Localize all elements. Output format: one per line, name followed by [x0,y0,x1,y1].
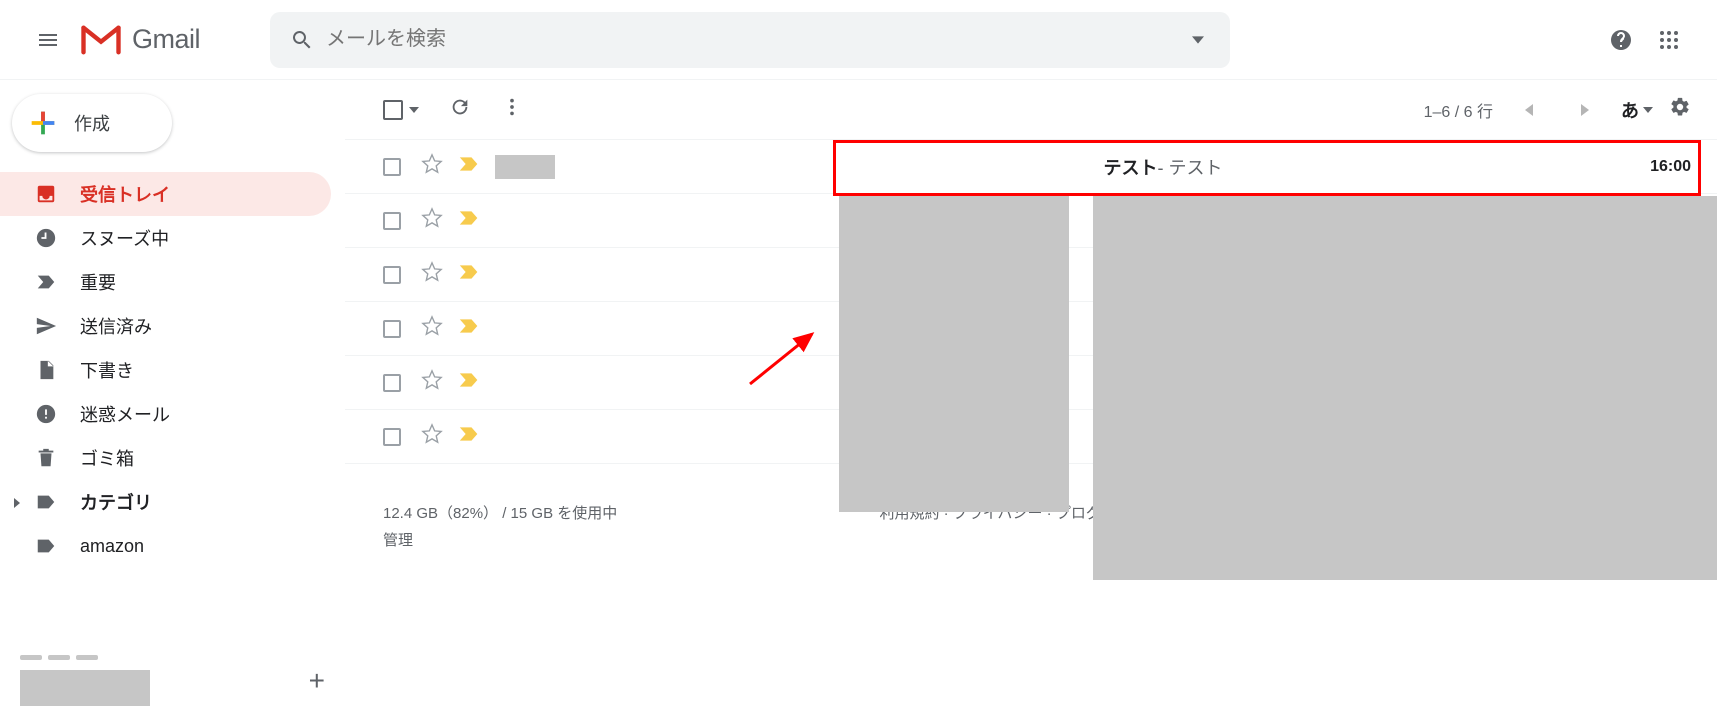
compose-button[interactable]: 作成 [12,94,172,152]
row-checkbox[interactable] [383,266,401,284]
mail-sender [495,155,725,179]
row-checkbox[interactable] [383,158,401,176]
input-method-toggle[interactable]: あ [1621,97,1653,123]
main-menu-button[interactable] [24,16,72,64]
refresh-button[interactable] [449,96,471,123]
label-icon [34,490,58,514]
row-checkbox[interactable] [383,320,401,338]
star-icon[interactable] [421,369,443,396]
next-page-button[interactable] [1565,90,1605,130]
product-name-label: Gmail [132,24,200,55]
settings-button[interactable] [1669,96,1691,123]
row-checkbox[interactable] [383,428,401,446]
star-icon[interactable] [421,423,443,450]
importance-marker-icon[interactable] [459,317,479,340]
sidebar-nav: 受信トレイ スヌーズ中 重要 送信済み 下書き 迷惑メール [0,172,345,568]
sidebar-item-label: 受信トレイ [80,181,170,207]
sidebar-item-label: スヌーズ中 [80,225,169,251]
sidebar-item-label: 送信済み [80,313,152,339]
sidebar-item-sent[interactable]: 送信済み [0,304,331,348]
row-checkbox[interactable] [383,212,401,230]
main-content: 1–6 / 6 行 あ [345,80,1717,716]
importance-marker-icon[interactable] [459,155,479,178]
redaction-block [839,196,1069,512]
clock-icon [34,226,58,250]
compose-label: 作成 [74,110,110,136]
hangouts-placeholder [20,670,150,706]
row-checkbox[interactable] [383,374,401,392]
importance-marker-icon[interactable] [459,209,479,232]
sent-icon [34,314,58,338]
expand-icon [12,492,28,513]
sidebar-item-categories[interactable]: カテゴリ [0,480,331,524]
sidebar-item-label: 迷惑メール [80,401,170,427]
storage-manage-link[interactable]: 管理 [383,532,413,549]
select-all-checkbox[interactable] [383,100,419,120]
draft-icon [34,358,58,382]
sidebar-item-snoozed[interactable]: スヌーズ中 [0,216,331,260]
sidebar-item-label: 下書き [80,357,134,383]
star-icon[interactable] [421,261,443,288]
sidebar-item-label: カテゴリ [80,489,152,515]
mail-list: テスト - テスト 16:00 14:43 2月5日 2月4日 2月4日 2月3… [345,140,1717,464]
search-bar [270,12,1230,68]
star-icon[interactable] [421,315,443,342]
gmail-logo[interactable]: Gmail [80,24,200,56]
sidebar-item-label: 重要 [80,269,116,295]
sidebar-item-inbox[interactable]: 受信トレイ [0,172,331,216]
apps-grid-icon[interactable] [1645,16,1693,64]
importance-marker-icon[interactable] [459,371,479,394]
inbox-icon [34,182,58,206]
toolbar: 1–6 / 6 行 あ [345,80,1717,140]
prev-page-button[interactable] [1509,90,1549,130]
help-icon[interactable] [1597,16,1645,64]
search-input[interactable] [326,28,1174,51]
mail-row[interactable]: テスト - テスト 16:00 [345,140,1717,194]
pagination-label: 1–6 / 6 行 [1424,98,1493,122]
star-icon[interactable] [421,207,443,234]
importance-marker-icon[interactable] [459,263,479,286]
sidebar-item-label: amazon [80,536,144,557]
sidebar-item-spam[interactable]: 迷惑メール [0,392,331,436]
sidebar: 作成 受信トレイ スヌーズ中 重要 送信済み 下書き [0,80,345,716]
new-chat-button[interactable]: + [309,665,325,697]
important-icon [34,270,58,294]
redaction-block [1093,196,1717,580]
sidebar-footer: + [0,645,345,716]
spam-icon [34,402,58,426]
trash-icon [34,446,58,470]
mail-date: 16:00 [1601,158,1691,176]
mail-content: テスト - テスト [725,154,1601,180]
sidebar-item-drafts[interactable]: 下書き [0,348,331,392]
sidebar-item-important[interactable]: 重要 [0,260,331,304]
search-icon[interactable] [278,16,326,64]
label-icon [34,534,58,558]
importance-marker-icon[interactable] [459,425,479,448]
more-actions-button[interactable] [501,96,523,123]
sidebar-item-label: ゴミ箱 [80,445,134,471]
search-options-dropdown[interactable] [1174,34,1222,46]
star-icon[interactable] [421,153,443,180]
storage-usage-label: 12.4 GB（82%） / 15 GB を使用中 [383,502,819,523]
sidebar-item-amazon[interactable]: amazon [0,524,331,568]
sidebar-item-trash[interactable]: ゴミ箱 [0,436,331,480]
